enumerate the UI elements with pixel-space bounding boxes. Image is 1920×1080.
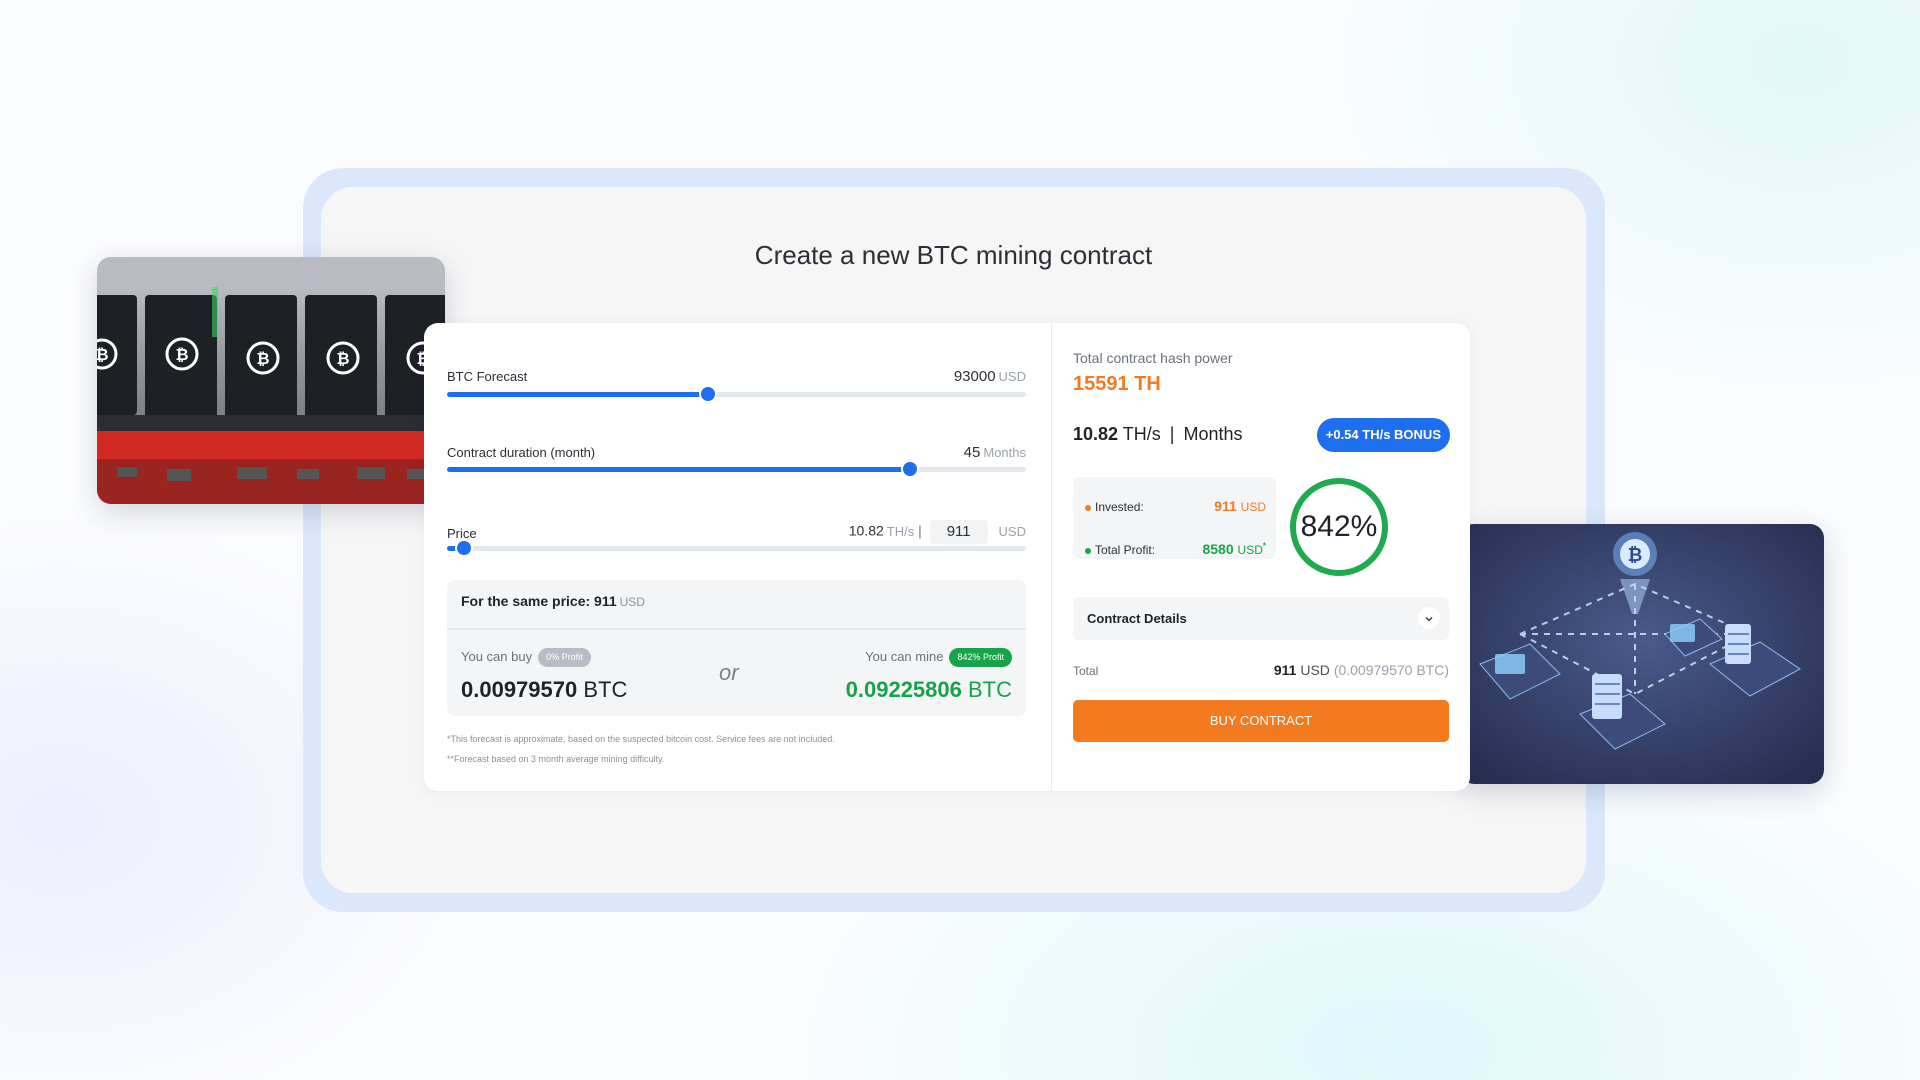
contract-duration-fill (447, 467, 911, 472)
contract-duration-number: 45 (963, 444, 981, 461)
svg-text:₿: ₿ (175, 345, 188, 364)
profit-dot (1085, 547, 1091, 554)
mine-amount-value: 0.09225806 (845, 677, 962, 702)
contract-configurator: BTC Forecast 93000 USD Contract duration … (424, 323, 1052, 791)
buy-option-label: You can buy 0% Profit (461, 648, 591, 667)
invested-value: 911 USD (1214, 498, 1266, 514)
invested-dot (1085, 504, 1091, 511)
roi-ring: 842% (1288, 476, 1390, 578)
price-speed-unit: TH/s (886, 523, 915, 539)
price-value: 10.82 TH/s | 911 USD (849, 520, 1026, 544)
bonus-button[interactable]: +0.54 TH/s BONUS (1316, 418, 1450, 452)
or-separator: or (719, 660, 739, 685)
profit-value: 8580 USD* (1202, 541, 1266, 557)
total-label: Total (1073, 664, 1099, 678)
mine-option-label: You can mine 842% Profit (865, 648, 1012, 667)
profit-label: Total Profit: (1095, 543, 1156, 557)
total-amount: 911 (1273, 662, 1297, 678)
buy-amount: 0.00979570 BTC (461, 677, 627, 703)
comparison-heading: For the same price: 911 USD (461, 593, 645, 609)
price-slider: Price 10.82 TH/s | 911 USD (447, 520, 1026, 555)
contract-duration-slider: Contract duration (month) 45 Months (447, 444, 1026, 476)
svg-text:₿: ₿ (336, 349, 349, 368)
contract-duration-label: Contract duration (month) (447, 445, 596, 460)
comparison-divider (447, 628, 1026, 630)
btc-forecast-fill (447, 392, 708, 397)
invested-row: Invested: 911 USD (1085, 498, 1266, 514)
footnote-difficulty: **Forecast based on 3 month average mini… (447, 754, 665, 764)
mining-rig-photo: ₿ ₿ ₿ ₿ ₿ (97, 257, 445, 504)
svg-text:₿: ₿ (256, 349, 269, 368)
btc-forecast-thumb[interactable] (700, 387, 715, 401)
price-separator: | (918, 522, 922, 539)
svg-text:₿: ₿ (97, 345, 109, 364)
page-title: Create a new BTC mining contract (754, 240, 1153, 270)
comparison-price: 911 (594, 593, 617, 609)
profit-footnote-mark: * (1262, 541, 1266, 551)
total-value: 911 USD (0.00979570 BTC) (1274, 662, 1449, 678)
contract-summary: Total contract hash power 15591 TH 10.82… (1052, 323, 1470, 791)
invested-amount: 911 (1214, 498, 1237, 514)
price-label: Price (447, 526, 477, 541)
total-btc: (0.00979570 BTC) (1333, 662, 1449, 678)
crypto-network-illustration: ₿ (1460, 524, 1824, 784)
btc-forecast-unit: USD (998, 369, 1026, 384)
buy-contract-button[interactable]: BUY CONTRACT (1073, 700, 1449, 742)
mine-profit-badge: 842% Profit (949, 648, 1012, 667)
btc-forecast-track[interactable] (447, 387, 1026, 401)
buy-profit-badge: 0% Profit (538, 648, 591, 667)
contract-details-label: Contract Details (1087, 611, 1187, 626)
buy-amount-currency: BTC (583, 677, 628, 702)
hash-power-value: 15591 TH (1073, 373, 1161, 395)
contract-duration-unit: Months (983, 445, 1026, 460)
contract-details-toggle[interactable]: Contract Details (1073, 597, 1449, 640)
chevron-down-glyph (1425, 616, 1433, 622)
btc-forecast-number: 93000 (953, 368, 996, 385)
profit-amount: 8580 (1202, 541, 1234, 557)
price-amount-input[interactable]: 911 (929, 520, 988, 544)
speed-value: 10.82 (1073, 424, 1119, 444)
total-unit: USD (1300, 662, 1330, 678)
mine-label-text: You can mine (865, 648, 944, 664)
contract-card: BTC Forecast 93000 USD Contract duration … (424, 323, 1470, 791)
price-speed: 10.82 (848, 522, 884, 539)
mine-amount: 0.09225806 BTC (846, 677, 1012, 703)
price-track[interactable] (447, 541, 1026, 555)
profit-row: Total Profit: 8580 USD* (1085, 541, 1266, 557)
roi-percent: 842% (1300, 510, 1378, 543)
footnote-forecast: *This forecast is approximate, based on … (447, 734, 835, 744)
contract-duration-thumb[interactable] (903, 462, 918, 476)
price-unit: USD (998, 523, 1026, 539)
buy-amount-value: 0.00979570 (461, 677, 578, 702)
btc-forecast-label: BTC Forecast (447, 369, 528, 384)
mine-amount-currency: BTC (968, 677, 1012, 702)
contract-duration-value: 45 Months (964, 444, 1026, 461)
buy-label-text: You can buy (461, 648, 533, 664)
btc-forecast-value: 93000 USD (954, 368, 1026, 385)
speed-separator: | (1169, 424, 1175, 444)
period-label: Months (1183, 424, 1243, 444)
hash-power-label: Total contract hash power (1073, 350, 1233, 366)
invested-unit: USD (1240, 500, 1266, 514)
comparison-heading-text: For the same price: (461, 593, 591, 609)
speed-unit: TH/s (1122, 424, 1161, 444)
contract-duration-track[interactable] (447, 462, 1026, 476)
profit-unit: USD (1237, 543, 1263, 557)
speed-period: 10.82 TH/s | Months (1073, 424, 1242, 445)
invested-label: Invested: (1095, 500, 1144, 514)
svg-text:₿: ₿ (1628, 545, 1643, 566)
btc-forecast-slider: BTC Forecast 93000 USD (447, 368, 1026, 401)
chevron-down-icon[interactable] (1418, 607, 1440, 629)
investment-stats: Invested: 911 USD Total Profit: 8580 USD… (1073, 477, 1276, 559)
comparison-unit: USD (619, 595, 645, 609)
price-comparison: For the same price: 911 USD You can buy 0%… (447, 580, 1026, 716)
price-thumb[interactable] (457, 541, 472, 555)
